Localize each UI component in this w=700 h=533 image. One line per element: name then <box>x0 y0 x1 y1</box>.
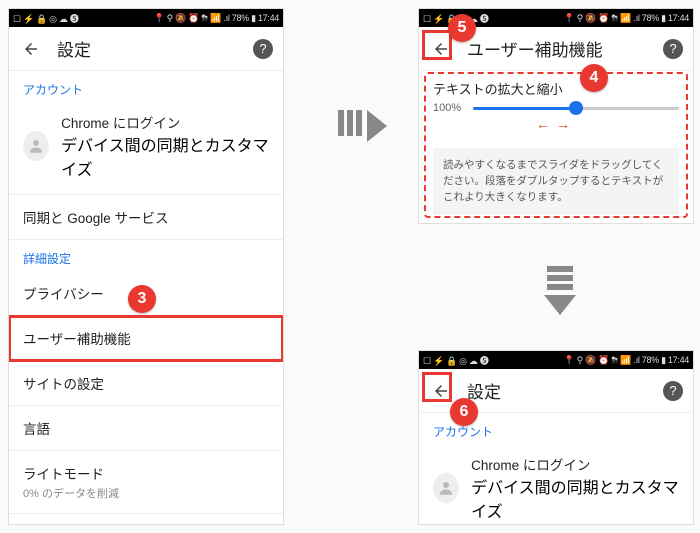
slider-percent: 100% <box>433 102 465 114</box>
status-right: 📍 ⚲ 🔕 ⏰ ⛈ 📶 .ıl 78% ▮ 17:44 <box>153 13 279 24</box>
light-sub: 0% のデータを削減 <box>23 485 269 501</box>
person-icon <box>437 479 455 497</box>
back-button[interactable] <box>429 379 453 403</box>
phone-settings-return: ☐ ⚡ 🔒 ◎ ☁ 🅢 📍 ⚲ 🔕 ⏰ ⛈ 📶 .ıl 78% ▮ 17:44 … <box>418 350 694 525</box>
login-sub: デバイス間の同期とカスタマイズ <box>61 132 269 180</box>
back-button[interactable] <box>429 37 453 61</box>
help-icon: ? <box>669 41 676 56</box>
login-row[interactable]: Chrome にログイン デバイス間の同期とカスタマイズ <box>9 102 283 195</box>
status-bar: ☐ ⚡ 🔒 ◎ ☁ 🅢 📍 ⚲ 🔕 ⏰ ⛈ 📶 .ıl 78% ▮ 17:44 <box>9 9 283 27</box>
status-right: 📍 ⚲ 🔕 ⏰ ⛈ 📶 .ıl 78% ▮ 17:44 <box>563 13 689 24</box>
help-text-box: 読みやすくなるまでスライダをドラッグしてください。段落をダブルタップするとテキス… <box>433 148 679 215</box>
section-account-label: アカウント <box>9 71 283 102</box>
callout-5: 5 <box>448 14 476 42</box>
back-button[interactable] <box>19 37 43 61</box>
login-text: Chrome にログイン デバイス間の同期とカスタマイズ <box>471 454 679 522</box>
login-row[interactable]: Chrome にログイン デバイス間の同期とカスタマイズ <box>419 444 693 525</box>
person-icon <box>27 137 45 155</box>
status-bar: ☐ ⚡ 🔒 ◎ ☁ 🅢 📍 ⚲ 🔕 ⏰ ⛈ 📶 .ıl 78% ▮ 17:44 <box>419 351 693 369</box>
login-text: Chrome にログイン デバイス間の同期とカスタマイズ <box>61 112 269 180</box>
login-sub: デバイス間の同期とカスタマイズ <box>471 474 679 522</box>
arrow-down <box>544 266 576 315</box>
back-arrow-icon <box>432 382 450 400</box>
callout-6: 6 <box>450 398 478 426</box>
status-left: ☐ ⚡ 🔒 ◎ ☁ 🅢 <box>423 354 489 367</box>
back-arrow-icon <box>432 40 450 58</box>
row-accessibility[interactable]: ユーザー補助機能 <box>9 316 283 361</box>
page-title: 設定 <box>467 378 663 403</box>
help-icon: ? <box>259 41 266 56</box>
text-scale-slider[interactable] <box>473 107 679 110</box>
slider-thumb[interactable] <box>569 101 583 115</box>
app-bar: 設定 ? <box>9 27 283 71</box>
login-title: Chrome にログイン <box>471 454 679 474</box>
status-right: 📍 ⚲ 🔕 ⏰ ⛈ 📶 .ıl 78% ▮ 17:44 <box>563 355 689 366</box>
avatar <box>23 131 49 161</box>
slider-title: テキストの拡大と縮小 <box>433 79 679 98</box>
avatar <box>433 473 459 503</box>
phone-settings: ☐ ⚡ 🔒 ◎ ☁ 🅢 📍 ⚲ 🔕 ⏰ ⛈ 📶 .ıl 78% ▮ 17:44 … <box>8 8 284 525</box>
back-arrow-icon <box>22 40 40 58</box>
row-download[interactable]: ダウンロード <box>9 514 283 525</box>
status-left: ☐ ⚡ 🔒 ◎ ☁ 🅢 <box>13 12 79 25</box>
text-scale-section: テキストの拡大と縮小 100% ←→ <box>419 71 693 142</box>
page-title: ユーザー補助機能 <box>467 36 663 61</box>
row-site-settings[interactable]: サイトの設定 <box>9 361 283 406</box>
light-title: ライトモード <box>23 463 269 483</box>
slider-row: 100% <box>433 102 679 114</box>
help-button[interactable]: ? <box>253 39 273 59</box>
page-title: 設定 <box>57 36 253 61</box>
callout-3: 3 <box>128 285 156 313</box>
row-light-mode[interactable]: ライトモード 0% のデータを削減 <box>9 451 283 514</box>
login-title: Chrome にログイン <box>61 112 269 132</box>
arrow-right <box>338 110 387 142</box>
section-advanced-label: 詳細設定 <box>9 240 283 271</box>
row-language[interactable]: 言語 <box>9 406 283 451</box>
help-icon: ? <box>669 383 676 398</box>
slider-direction-hint: ←→ <box>433 116 679 132</box>
row-sync[interactable]: 同期と Google サービス <box>9 195 283 240</box>
help-button[interactable]: ? <box>663 381 683 401</box>
callout-4: 4 <box>580 64 608 92</box>
help-button[interactable]: ? <box>663 39 683 59</box>
